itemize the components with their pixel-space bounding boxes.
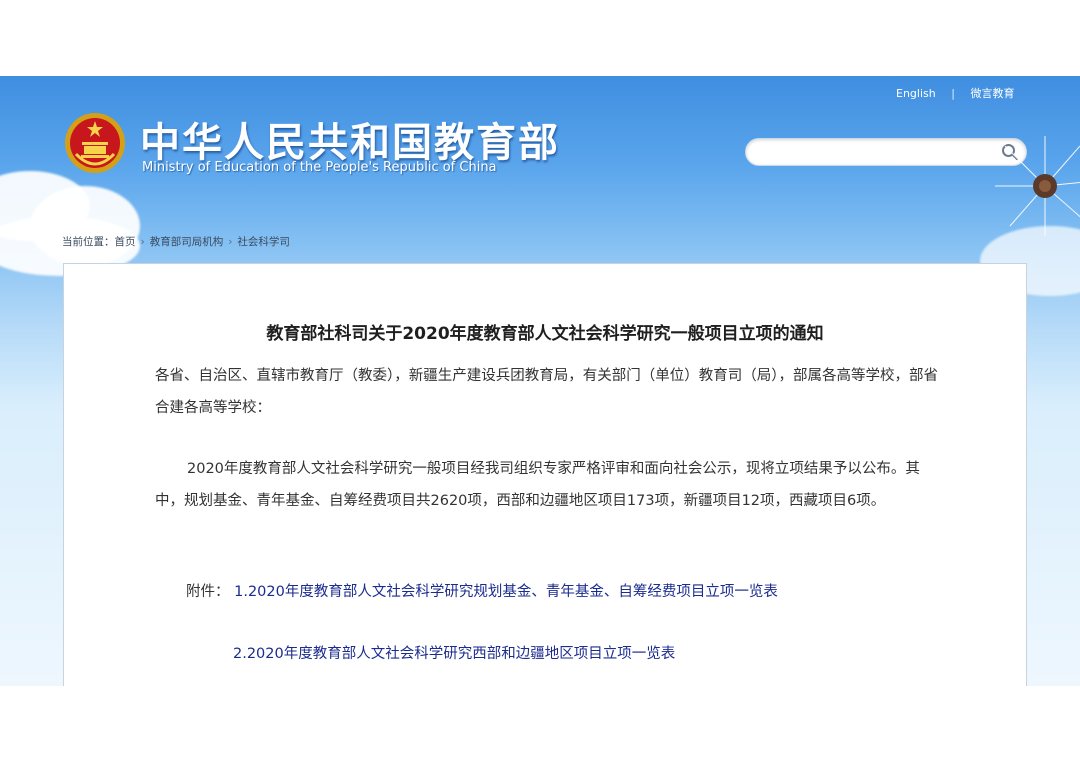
national-emblem-icon (65, 113, 125, 173)
article-greeting: 各省、自治区、直辖市教育厅（教委），新疆生产建设兵团教育局，有关部门（单位）教育… (155, 368, 938, 416)
attachment-row: 2.2020年度教育部人文社会科学研究西部和边疆地区项目立项一览表 (233, 642, 675, 663)
breadcrumb-item-home[interactable]: 首页 (115, 236, 136, 248)
search-box (745, 138, 1027, 166)
search-input[interactable] (758, 142, 994, 164)
dandelion-decoration (995, 136, 1080, 236)
breadcrumb: 当前位置：首页 › 教育部司局机构 › 社会科学司 (62, 234, 290, 249)
breadcrumb-item-departments[interactable]: 教育部司局机构 (150, 236, 224, 248)
browser-viewport: 中华人民共和国教育部 Ministry of Education of the … (0, 76, 1080, 686)
weibo-link[interactable]: 微言教育 (970, 87, 1014, 100)
article-title: 教育部社科司关于2020年度教育部人文社会科学研究一般项目立项的通知 (266, 324, 824, 344)
attachment-link-2[interactable]: 2.2020年度教育部人文社会科学研究西部和边疆地区项目立项一览表 (233, 646, 675, 662)
top-links: English | 微言教育 (896, 85, 1014, 101)
attachment-link-1[interactable]: 1.2020年度教育部人文社会科学研究规划基金、青年基金、自筹经费项目立项一览表 (234, 584, 778, 600)
attachment-row: 附件： 1.2020年度教育部人文社会科学研究规划基金、青年基金、自筹经费项目立… (186, 580, 778, 601)
english-link[interactable]: English (896, 87, 936, 100)
breadcrumb-item-social-science[interactable]: 社会科学司 (237, 236, 290, 248)
article-panel: 教育部社科司关于2020年度教育部人文社会科学研究一般项目立项的通知 各省、自治… (63, 263, 1027, 686)
article-body: 2020年度教育部人文社会科学研究一般项目经我司组织专家严格评审和面向社会公示，… (155, 461, 920, 509)
breadcrumb-prefix: 当前位置： (62, 236, 115, 248)
chevron-right-icon: › (140, 236, 145, 248)
attachment-label: 附件： (186, 584, 230, 600)
site-subtitle: Ministry of Education of the People's Re… (142, 160, 497, 175)
chevron-right-icon: › (228, 236, 233, 248)
link-separator: | (951, 87, 955, 100)
